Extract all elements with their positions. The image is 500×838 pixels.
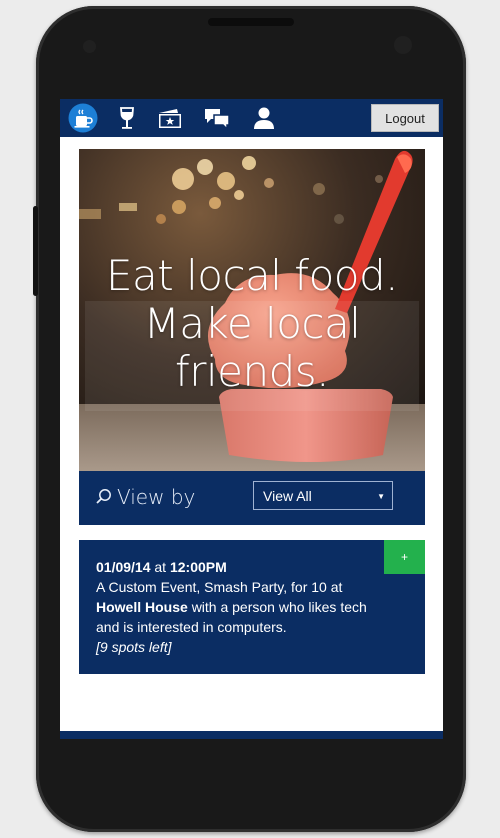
coffee-icon[interactable]	[68, 103, 98, 133]
sensor	[83, 40, 96, 53]
logout-button[interactable]: Logout	[371, 104, 439, 132]
side-button	[33, 206, 38, 296]
event-date: 01/09/14	[96, 559, 151, 575]
event-spots-left: [9 spots left]	[96, 639, 172, 655]
bottom-bar	[60, 731, 443, 739]
speaker-grille	[208, 18, 294, 26]
event-details: 01/09/14 at 12:00PM A Custom Event, Smas…	[96, 557, 368, 657]
event-description-line1: A Custom Event, Smash Party, for 10 at	[96, 579, 343, 595]
view-by-label: View by	[95, 484, 195, 510]
view-by-text: View by	[117, 485, 196, 509]
add-event-button[interactable]: +	[384, 540, 425, 574]
view-filter-select[interactable]: View All ▼	[253, 481, 393, 510]
hero-headline: Eat local food. Make local friends.	[106, 251, 399, 396]
search-icon	[96, 489, 111, 504]
event-description: A Custom Event, Smash Party, for 10 at H…	[96, 577, 368, 637]
app-screen: Logout Eat local food. Make local friend…	[60, 99, 443, 739]
event-card[interactable]: + 01/09/14 at 12:00PM A Custom Event, Sm…	[79, 540, 425, 674]
user-icon[interactable]	[249, 103, 279, 133]
wine-glass-icon[interactable]	[112, 103, 142, 133]
hero-banner: Eat local food. Make local friends.	[79, 149, 425, 471]
top-navbar: Logout	[60, 99, 443, 137]
view-filter-value: View All	[263, 487, 312, 504]
chat-icon[interactable]	[202, 103, 232, 133]
front-camera	[394, 36, 412, 54]
ticket-icon[interactable]	[155, 103, 185, 133]
filter-bar: View by View All ▼	[79, 471, 425, 525]
event-venue[interactable]: Howell House	[96, 599, 188, 615]
event-datetime: 01/09/14 at 12:00PM	[96, 557, 368, 577]
event-time: 12:00PM	[169, 559, 227, 575]
event-at-text: at	[154, 559, 167, 575]
dropdown-arrow-icon: ▼	[377, 492, 385, 501]
